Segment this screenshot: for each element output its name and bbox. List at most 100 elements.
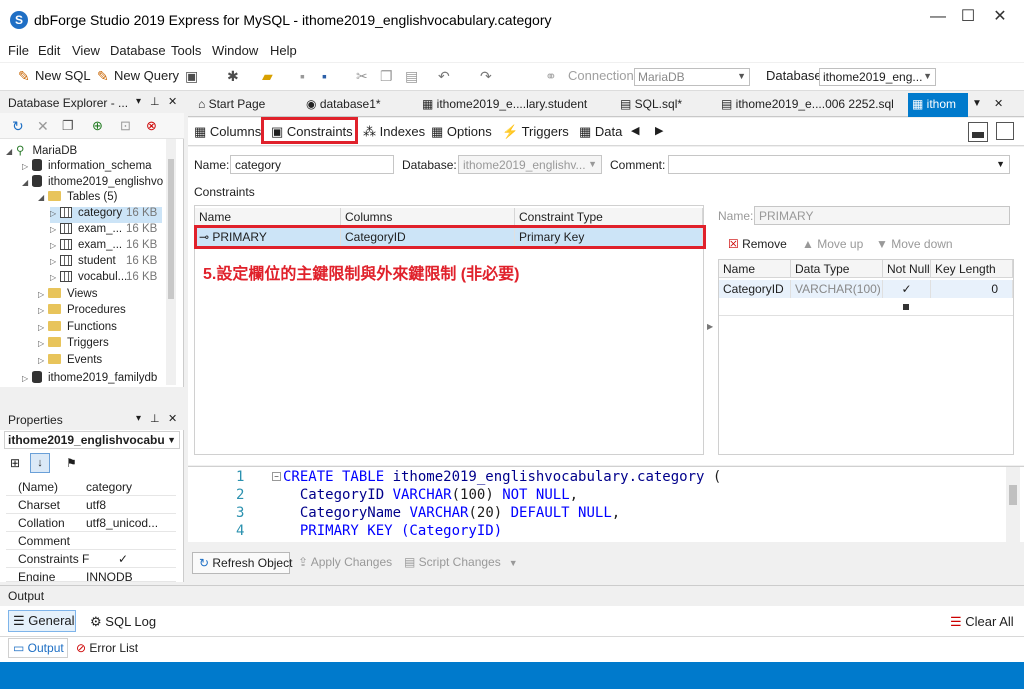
refresh-icon[interactable]: ↻ — [12, 118, 24, 135]
table-row[interactable]: CategoryID VARCHAR(100) ✓ 0 — [719, 280, 1013, 298]
property-row[interactable]: Engine INNODB — [6, 568, 176, 582]
tab-data[interactable]: ▦ Data — [579, 124, 622, 140]
pin-icon[interactable]: ⊥ — [150, 412, 160, 425]
new-object-icon[interactable]: ✱ — [227, 68, 239, 85]
undo-icon[interactable]: ↶ — [438, 68, 450, 85]
tab-category-active[interactable]: ▦ ithom — [908, 93, 968, 117]
maximize-button[interactable]: ☐ — [954, 6, 982, 28]
menu-file[interactable]: File — [8, 43, 29, 58]
table-row[interactable] — [719, 298, 1013, 316]
key-length-stepper[interactable]: 0 — [931, 280, 1013, 298]
move-up-button[interactable]: ▲ Move up — [802, 237, 863, 251]
panel-close-icon[interactable]: ✕ — [168, 95, 177, 108]
new-query-button[interactable]: New Query — [114, 68, 179, 83]
cut-icon[interactable]: ✂ — [356, 68, 368, 85]
not-null-checkbox[interactable]: ✓ — [883, 280, 931, 298]
save-icon[interactable]: ▪ — [300, 68, 305, 84]
refresh-object-button[interactable]: ↻ Refresh Object — [192, 552, 292, 574]
tab-sql-backup[interactable]: ▤ ithome2019_e....006 2252.sql — [721, 97, 894, 111]
tree-node-vocabulary[interactable]: ▷ vocabul...16 KB — [50, 271, 157, 287]
apply-changes-button[interactable]: ⇪ Apply Changes — [298, 555, 392, 569]
clear-all-button[interactable]: ☰ Clear All — [950, 614, 1014, 630]
column-header-name[interactable]: Name — [195, 208, 341, 226]
panel-close-icon[interactable]: ✕ — [168, 412, 177, 425]
tree-node-tables[interactable]: ◢ Tables (5) — [38, 191, 118, 207]
save-all-icon[interactable]: ▪ — [322, 68, 327, 84]
column-header-key-length[interactable]: Key Length — [931, 260, 1013, 278]
panel-menu-icon[interactable]: ▾ — [136, 413, 141, 424]
new-connection-icon[interactable]: ⊕ — [92, 118, 103, 134]
duplicate-icon[interactable]: ❐ — [62, 118, 74, 134]
tree-node-information-schema[interactable]: ▷ information_schema — [22, 159, 152, 175]
connection-select[interactable]: MariaDB ▼ — [634, 68, 750, 86]
disconnect-icon[interactable]: ⊗ — [146, 118, 157, 134]
tree-node-views[interactable]: ▷ Views — [38, 288, 97, 304]
property-pages-icon[interactable]: ⚑ — [66, 456, 77, 470]
menu-help[interactable]: Help — [270, 43, 297, 58]
output-general-button[interactable]: ☰ General — [8, 610, 76, 632]
tab-sql[interactable]: ▤ SQL.sql* — [620, 97, 682, 111]
collapse-icon[interactable]: − — [272, 472, 281, 481]
copy-icon[interactable]: ❐ — [380, 68, 393, 85]
tree-node-familydb[interactable]: ▷ ithome2019_familydb — [22, 371, 157, 387]
explorer-scrollbar[interactable] — [166, 139, 176, 385]
tab-columns[interactable]: ▦ Columns — [194, 124, 261, 140]
new-sql-button[interactable]: New SQL — [35, 68, 91, 83]
column-header-data-type[interactable]: Data Type — [791, 260, 883, 278]
splitter-arrow-icon[interactable]: ▶ — [707, 322, 713, 331]
alphabetical-icon[interactable]: ↓ — [30, 453, 50, 473]
column-header-not-null[interactable]: Not Null — [883, 260, 931, 278]
layout-horizontal-icon[interactable] — [968, 122, 988, 142]
database-select[interactable]: ithome2019_eng... ▼ — [819, 68, 936, 86]
column-header-columns[interactable]: Columns — [341, 208, 515, 226]
redo-icon[interactable]: ↷ — [480, 68, 492, 85]
property-row[interactable]: (Name) category — [6, 478, 176, 496]
code-scrollbar[interactable] — [1006, 467, 1020, 542]
properties-object-select[interactable]: ithome2019_englishvocabu ▼ — [4, 431, 180, 449]
tab-options[interactable]: ▦ Options — [431, 124, 492, 140]
menu-database[interactable]: Database — [110, 43, 166, 58]
script-changes-button[interactable]: ▤ Script Changes ▼ — [404, 555, 518, 569]
column-header-name[interactable]: Name — [719, 260, 791, 278]
layout-single-icon[interactable] — [996, 122, 1014, 140]
menu-view[interactable]: View — [72, 43, 100, 58]
table-name-input[interactable]: category — [230, 155, 394, 174]
tab-indexes[interactable]: ⁂ Indexes — [363, 124, 425, 140]
tab-start-page[interactable]: ⌂ Start Page — [198, 97, 265, 111]
tree-node-category[interactable]: ▷ category 16 KB — [50, 207, 162, 223]
property-row[interactable]: Collation utf8_unicod... — [6, 514, 176, 532]
property-row[interactable]: Comment — [6, 532, 176, 550]
tree-node-procedures[interactable]: ▷ Procedures — [38, 304, 126, 320]
tree-node-exam-1[interactable]: ▷ exam_... 16 KB — [50, 223, 157, 239]
scroll-left-icon[interactable]: ◀ — [631, 124, 639, 137]
minimize-button[interactable]: — — [924, 6, 952, 28]
new-document-icon[interactable]: ▣ — [185, 68, 198, 85]
menu-window[interactable]: Window — [212, 43, 258, 58]
scroll-right-icon[interactable]: ▶ — [655, 124, 663, 137]
database-select[interactable]: ithome2019_englishv... ▼ — [458, 155, 602, 174]
categorized-icon[interactable]: ⊞ — [10, 456, 20, 470]
remove-button[interactable]: ☒ Remove — [728, 237, 787, 251]
menu-tools[interactable]: Tools — [171, 43, 201, 58]
tab-student[interactable]: ▦ ithome2019_e....lary.student — [422, 97, 587, 111]
paste-icon[interactable]: ▤ — [405, 68, 418, 85]
tab-list-icon[interactable]: ▼ — [972, 98, 982, 109]
tree-node-student[interactable]: ▷ student 16 KB — [50, 255, 157, 271]
tab-error-list[interactable]: ⊘ Error List — [76, 641, 138, 655]
tab-output[interactable]: ▭ Output — [8, 638, 68, 658]
menu-edit[interactable]: Edit — [38, 43, 60, 58]
edit-connection-icon[interactable]: ⊡ — [120, 118, 131, 134]
tree-node-triggers[interactable]: ▷ Triggers — [38, 337, 109, 353]
tab-close-icon[interactable]: ✕ — [994, 97, 1003, 110]
tree-node-mariadb[interactable]: ◢ ⚲ MariaDB — [6, 143, 77, 159]
pin-icon[interactable]: ⊥ — [150, 95, 160, 108]
close-button[interactable]: ✕ — [986, 6, 1014, 28]
tab-database1[interactable]: ◉ database1* — [306, 97, 381, 111]
comment-input[interactable]: ▼ — [668, 155, 1010, 174]
open-folder-icon[interactable]: ▰ — [262, 68, 273, 85]
property-row[interactable]: Constraints F ✓ — [6, 550, 176, 568]
tab-triggers[interactable]: ⚡ Triggers — [502, 124, 569, 140]
delete-icon[interactable]: ✕ — [37, 118, 49, 135]
column-header-constraint-type[interactable]: Constraint Type — [515, 208, 703, 226]
move-down-button[interactable]: ▼ Move down — [876, 237, 953, 251]
